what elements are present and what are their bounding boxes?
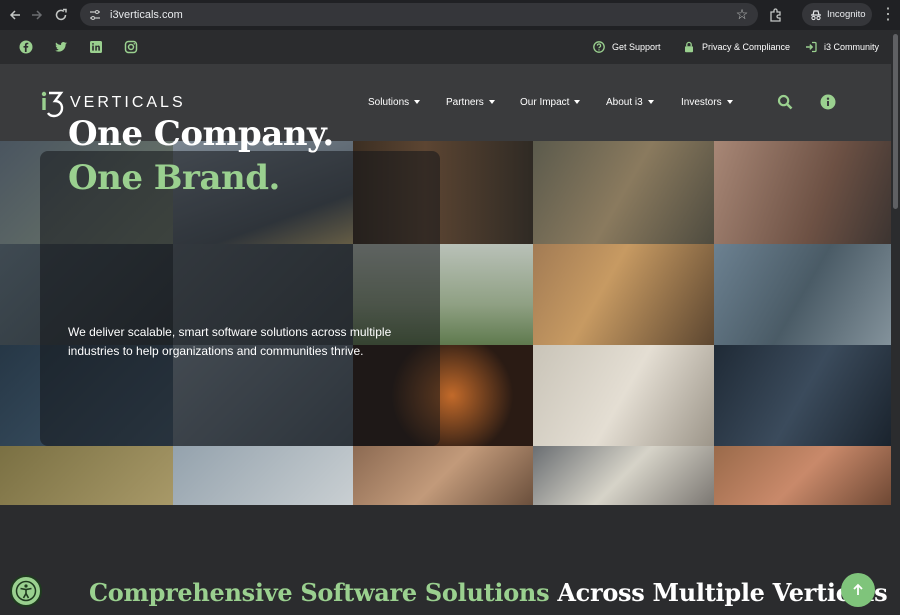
scroll-to-top-button[interactable] (841, 573, 875, 607)
nav-investors-label: Investors (681, 96, 722, 108)
sign-in-icon (806, 41, 817, 53)
i3-community-link[interactable]: i3 Community (805, 40, 879, 54)
nav-partners-label: Partners (446, 96, 484, 108)
browser-toolbar: i3verticals.com ☆ Incognito ⋮ (0, 0, 900, 30)
puzzle-icon (770, 8, 781, 22)
get-support-link[interactable]: Get Support (593, 40, 661, 54)
question-circle-icon (593, 41, 605, 53)
nav-item-about-i3[interactable]: About i3 (606, 95, 654, 109)
photo-tile (533, 244, 714, 345)
photo-tile (533, 446, 714, 505)
bookmark-star-icon[interactable]: ☆ (734, 6, 750, 22)
url-text[interactable]: i3verticals.com (110, 9, 183, 21)
webpage: Get Support Privacy & Compliance i3 Comm… (0, 30, 891, 615)
hero-title: One Company. (68, 114, 334, 154)
get-support-label: Get Support (612, 42, 661, 52)
photo-tile (714, 446, 891, 505)
search-icon[interactable] (777, 94, 793, 110)
info-icon[interactable] (820, 94, 836, 110)
caret-down-icon (726, 100, 733, 104)
section-heading: Comprehensive Software Solutions Across … (89, 578, 888, 607)
section-heading-highlight: Comprehensive Software Solutions (89, 578, 550, 607)
extensions-button[interactable] (766, 5, 786, 25)
facebook-icon[interactable] (19, 40, 33, 54)
instagram-icon[interactable] (124, 40, 138, 54)
i3-community-label: i3 Community (824, 42, 880, 52)
nav-item-partners[interactable]: Partners (446, 95, 495, 109)
lock-icon (685, 41, 693, 53)
utility-bar: Get Support Privacy & Compliance i3 Comm… (0, 30, 891, 64)
privacy-compliance-link[interactable]: Privacy & Compliance (683, 40, 790, 54)
linkedin-icon[interactable] (89, 40, 103, 54)
photo-tile (714, 244, 891, 345)
hero-subtitle: One Brand. (68, 158, 280, 198)
photo-tile (533, 345, 714, 446)
privacy-compliance-label: Privacy & Compliance (702, 42, 791, 52)
photo-tile (714, 345, 891, 446)
caret-down-icon (574, 100, 581, 104)
forward-button[interactable] (24, 2, 50, 28)
nav-item-solutions[interactable]: Solutions (368, 95, 421, 109)
logo-wordmark: VERTICALS (70, 94, 186, 111)
reload-button[interactable] (48, 2, 74, 28)
address-bar[interactable]: i3verticals.com ☆ (80, 3, 758, 26)
nav-our-impact-label: Our Impact (520, 96, 570, 108)
twitter-icon[interactable] (54, 40, 68, 54)
arrow-left-icon (9, 10, 20, 20)
photo-tile (714, 141, 891, 244)
solutions-section: Comprehensive Software Solutions Across … (0, 505, 891, 615)
nav-item-investors[interactable]: Investors (681, 95, 733, 109)
arrow-up-icon (853, 583, 863, 595)
i3-logo-mark (41, 91, 64, 118)
caret-down-icon (647, 100, 654, 104)
page-scrollbar[interactable] (891, 30, 900, 615)
nav-about-label: About i3 (606, 96, 643, 108)
nav-item-our-impact[interactable]: Our Impact (520, 95, 581, 109)
photo-tile (0, 446, 173, 505)
photo-tile (353, 446, 533, 505)
browser-menu-button[interactable]: ⋮ (880, 5, 896, 25)
site-settings-icon[interactable] (86, 6, 104, 24)
section-heading-rest: Across Multiple Verticals (549, 578, 888, 607)
photo-tile (533, 141, 714, 244)
accessibility-button[interactable] (10, 575, 42, 607)
photo-tile (173, 446, 353, 505)
nav-solutions-label: Solutions (368, 96, 410, 108)
incognito-label: Incognito (827, 9, 866, 20)
accessibility-icon (15, 580, 37, 602)
caret-down-icon (488, 100, 495, 104)
arrow-right-icon (32, 10, 43, 20)
caret-down-icon (414, 100, 421, 104)
reload-icon (55, 8, 67, 21)
scrollbar-thumb[interactable] (893, 34, 898, 209)
incognito-badge[interactable]: Incognito (802, 3, 872, 26)
hero-description: We deliver scalable, smart software solu… (68, 325, 392, 358)
incognito-icon (811, 9, 821, 20)
